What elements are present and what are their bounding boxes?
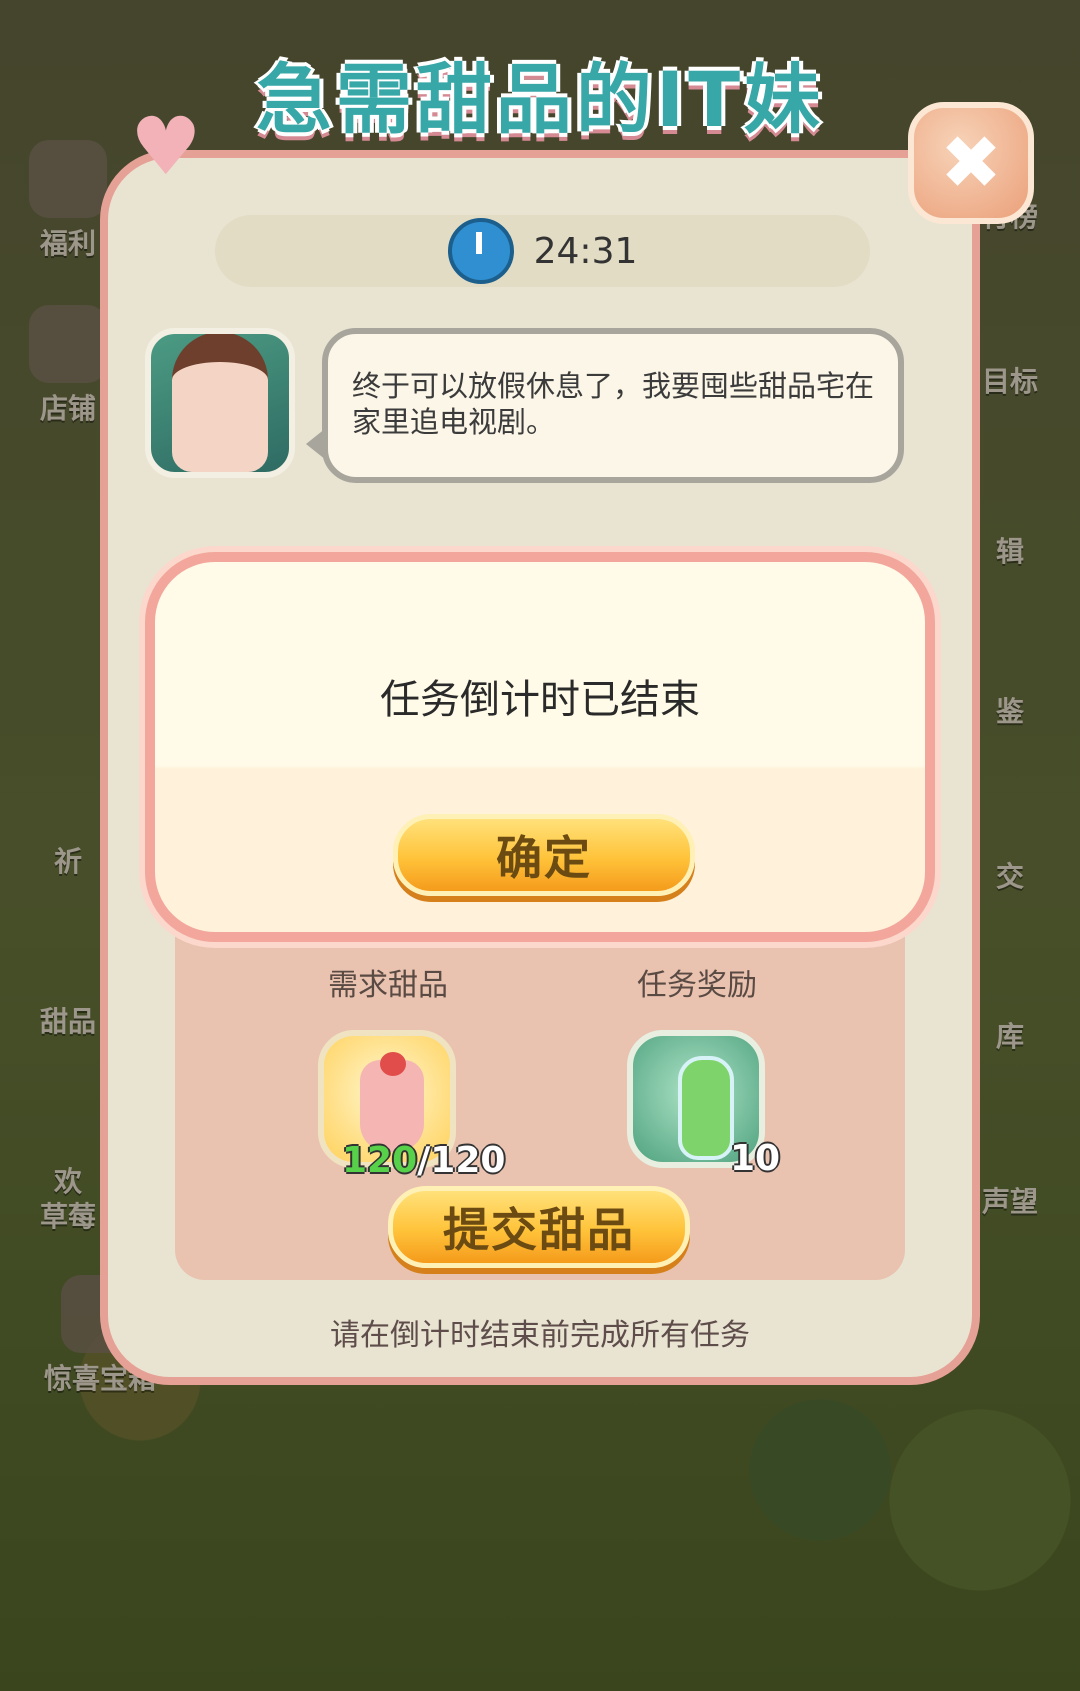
countdown-ended-modal: 任务倒计时已结束 确定 bbox=[145, 552, 935, 942]
confirm-button[interactable]: 确定 bbox=[393, 814, 695, 896]
submit-dessert-button[interactable]: 提交甜品 bbox=[388, 1186, 690, 1268]
reward-count: 10 bbox=[730, 1138, 781, 1179]
clock-icon bbox=[447, 218, 514, 284]
strawberry-icon bbox=[380, 1052, 406, 1076]
timer-text: 24:31 bbox=[533, 230, 638, 272]
close-icon: ✖ bbox=[939, 120, 1002, 206]
footer-hint: 请在倒计时结束前完成所有任务 bbox=[330, 1318, 750, 1353]
speech-text: 终于可以放假休息了，我要囤些甜品宅在家里追电视剧。 bbox=[352, 369, 875, 439]
close-button[interactable]: ✖ bbox=[908, 102, 1034, 224]
modal-message: 任务倒计时已结束 bbox=[380, 677, 700, 723]
npc-avatar bbox=[145, 328, 295, 478]
speech-bubble: 终于可以放假休息了，我要囤些甜品宅在家里追电视剧。 bbox=[322, 328, 904, 483]
dessert-count: 120/120 bbox=[342, 1140, 506, 1181]
task-reward-label: 任务奖励 bbox=[637, 968, 757, 1003]
potion-bottle-icon bbox=[678, 1056, 734, 1160]
required-dessert-label: 需求甜品 bbox=[328, 968, 448, 1003]
timer-bar: 24:31 bbox=[215, 215, 870, 287]
